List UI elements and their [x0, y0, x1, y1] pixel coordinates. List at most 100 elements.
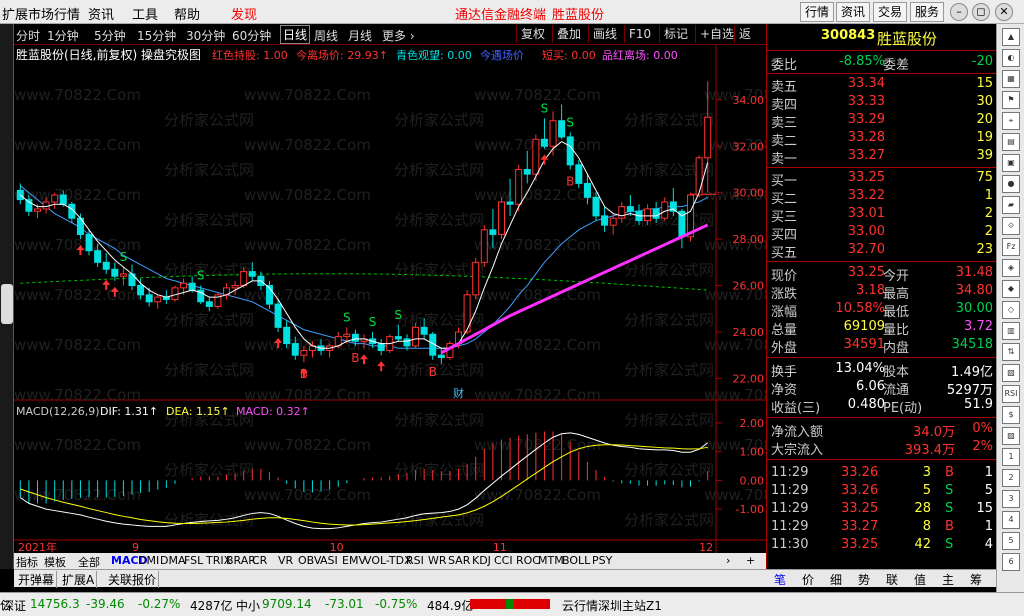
indicator-tab[interactable]: 全部	[78, 554, 100, 570]
close-icon[interactable]: ✕	[995, 3, 1013, 21]
period-tab[interactable]: 1分钟	[47, 27, 79, 44]
period-tab[interactable]: 月线	[348, 27, 372, 44]
ask-row[interactable]: 卖三 33.29 20	[767, 112, 997, 131]
ask-row[interactable]: 卖四 33.33 30	[767, 94, 997, 113]
indicator-tab[interactable]: MTM	[538, 554, 564, 567]
period-tab[interactable]: 60分钟	[232, 27, 271, 44]
sidebar-tool-icon[interactable]: $	[1002, 406, 1020, 424]
indicator-tab[interactable]: FSL	[184, 554, 203, 567]
quote-tab[interactable]: 联	[886, 571, 898, 588]
sidebar-tool-icon[interactable]: ◇	[1002, 301, 1020, 319]
indicator-tab[interactable]: WR	[428, 554, 447, 567]
indicator-tab[interactable]: EMV	[342, 554, 366, 567]
sidebar-tool-icon[interactable]: 4	[1002, 511, 1020, 529]
tool-overlay[interactable]: 叠加	[552, 25, 585, 43]
bid-row[interactable]: 买四 33.00 2	[767, 224, 997, 243]
sidebar-tool-icon[interactable]: ▤	[1002, 133, 1020, 151]
sidebar-tool-icon[interactable]: Fz	[1002, 238, 1020, 256]
period-tab[interactable]: 分时	[16, 27, 40, 44]
period-tab-active[interactable]: 日线	[280, 25, 311, 44]
bid-row[interactable]: 买二 33.22 1	[767, 188, 997, 207]
period-tab[interactable]: 周线	[314, 27, 338, 44]
bottom-tab[interactable]: 关联报价	[106, 571, 160, 588]
sidebar-tool-icon[interactable]: ▥	[1002, 322, 1020, 340]
indicator-tab[interactable]: SAR	[448, 554, 470, 567]
sidebar-tool-icon[interactable]: ●	[1002, 175, 1020, 193]
quote-tab[interactable]: 主	[942, 571, 954, 588]
sidebar-tool-icon[interactable]: 6	[1002, 553, 1020, 571]
indicator-tab[interactable]: PSY	[592, 554, 612, 567]
indicator-tab[interactable]: ASI	[320, 554, 338, 567]
indicator-next-icon[interactable]: ›	[726, 554, 730, 567]
sidebar-tool-icon[interactable]: ⌖	[1002, 112, 1020, 130]
quote-tab[interactable]: 笔	[774, 571, 786, 588]
tool-f10[interactable]: F10	[624, 25, 655, 43]
ask-row[interactable]: 卖五 33.34 15	[767, 76, 997, 95]
indicator-add-icon[interactable]: +	[746, 554, 755, 567]
period-tab[interactable]: 15分钟	[137, 27, 176, 44]
menu-tools[interactable]: 工具	[132, 4, 158, 23]
sidebar-tool-icon[interactable]: 1	[1002, 448, 1020, 466]
period-more[interactable]: 更多 ›	[382, 27, 415, 44]
ask-row[interactable]: 卖一 33.27 39	[767, 148, 997, 167]
indicator-tab[interactable]: CCI	[494, 554, 513, 567]
tool-add-watch[interactable]: +自选	[695, 25, 738, 43]
period-tab[interactable]: 5分钟	[94, 27, 126, 44]
sidebar-tool-icon[interactable]: 5	[1002, 532, 1020, 550]
trade-button[interactable]: 交易	[873, 2, 907, 22]
indicator-tab[interactable]: CR	[252, 554, 267, 567]
bid-row[interactable]: 买三 33.01 2	[767, 206, 997, 225]
server-name[interactable]: 云行情深圳主站Z1	[562, 597, 662, 614]
quote-button[interactable]: 行情	[800, 2, 834, 22]
quote-tab[interactable]: 值	[914, 571, 926, 588]
indicator-tab[interactable]: ROC	[516, 554, 540, 567]
restore-icon[interactable]: ◻	[972, 3, 990, 21]
service-button[interactable]: 服务	[910, 2, 944, 22]
news-button[interactable]: 资讯	[836, 2, 870, 22]
bid-row[interactable]: 买一 33.25 75	[767, 170, 997, 189]
menu-extended-market[interactable]: 扩展市场行情	[2, 4, 80, 23]
sidebar-tool-icon[interactable]: 3	[1002, 490, 1020, 508]
minimize-icon[interactable]: –	[950, 3, 968, 21]
quote-tab[interactable]: 筹	[970, 571, 982, 588]
quote-tab[interactable]: 价	[802, 571, 814, 588]
indicator-tab[interactable]: VOL-TDX	[364, 554, 412, 567]
chart-area[interactable]: www.70822.Com www.70822.Com www.70822.Com w…	[14, 45, 766, 567]
period-tab[interactable]: 30分钟	[186, 27, 225, 44]
indicator-tab[interactable]: OBV	[298, 554, 321, 567]
indicator-tab[interactable]: DMI	[138, 554, 159, 567]
sidebar-tool-icon[interactable]: 2	[1002, 469, 1020, 487]
bid-row[interactable]: 买五 32.70 23	[767, 242, 997, 261]
sidebar-tool-icon[interactable]: ▦	[1002, 70, 1020, 88]
sidebar-tool-icon[interactable]: ▰	[1002, 196, 1020, 214]
indicator-tab[interactable]: RSI	[406, 554, 424, 567]
collapse-arrow-icon[interactable]	[1, 284, 13, 324]
indicator-tab[interactable]: 指标	[16, 554, 38, 570]
tool-draw[interactable]: 画线	[588, 25, 621, 43]
indicator-tab[interactable]: VR	[278, 554, 293, 567]
sidebar-tool-icon[interactable]: ◐	[1002, 49, 1020, 67]
sidebar-tool-icon[interactable]: ⟐	[1002, 217, 1020, 235]
bottom-tab[interactable]: 开弹幕	[16, 571, 58, 588]
kline-chart[interactable]: www.70822.Com www.70822.Com www.70822.Com w…	[14, 45, 766, 553]
sidebar-tool-icon[interactable]: ▣	[1002, 154, 1020, 172]
sidebar-tool-icon[interactable]: ◆	[1002, 280, 1020, 298]
bottom-tab[interactable]: 扩展A	[60, 571, 98, 588]
indicator-tab[interactable]: DMA	[160, 554, 186, 567]
menu-info[interactable]: 资讯	[88, 4, 114, 23]
sidebar-tool-icon[interactable]: ⇅	[1002, 343, 1020, 361]
sidebar-tool-icon[interactable]: ⚑	[1002, 91, 1020, 109]
tool-mark[interactable]: 标记	[659, 25, 692, 43]
tool-fuquan[interactable]: 复权	[516, 25, 549, 43]
sidebar-tool-icon[interactable]: RSI	[1002, 385, 1020, 403]
indicator-tab[interactable]: KDJ	[472, 554, 491, 567]
indicator-tab[interactable]: BOLL	[562, 554, 590, 567]
sidebar-tool-icon[interactable]: ▨	[1002, 427, 1020, 445]
menu-discover[interactable]: 发现	[231, 4, 257, 23]
quote-tab[interactable]: 势	[858, 571, 870, 588]
quote-tab[interactable]: 细	[830, 571, 842, 588]
tool-back[interactable]: 返回	[734, 25, 766, 59]
menu-help[interactable]: 帮助	[174, 4, 200, 23]
ask-row[interactable]: 卖二 33.28 19	[767, 130, 997, 149]
sidebar-tool-icon[interactable]: ▲	[1002, 28, 1020, 46]
